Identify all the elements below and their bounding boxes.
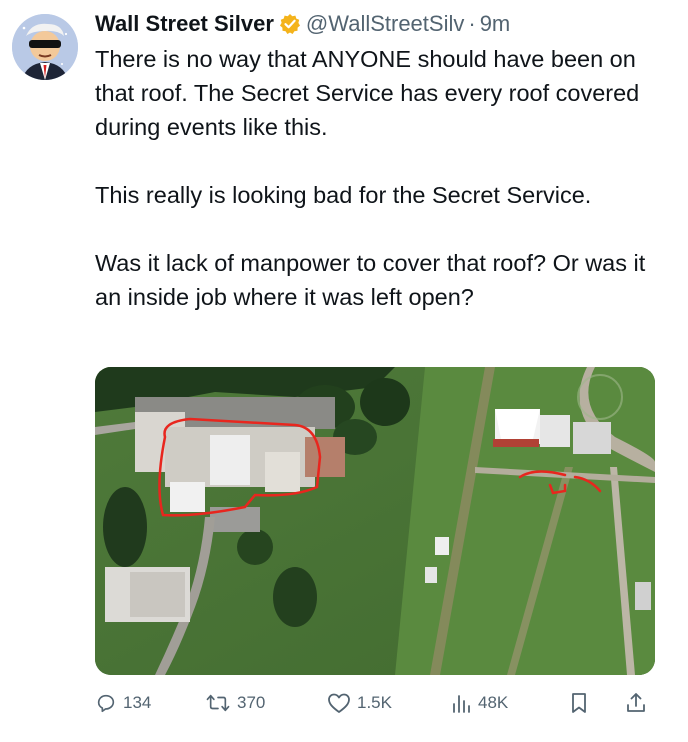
views-icon [453,695,470,713]
verified-badge-icon [279,13,301,35]
display-name[interactable]: Wall Street Silver [95,11,274,37]
retweet-icon [206,694,230,712]
aerial-photo-image[interactable] [95,367,655,675]
author-handle[interactable]: @WallStreetSilv [306,11,464,37]
retweet-button[interactable]: 370 [205,692,265,714]
retweet-count: 370 [237,693,266,712]
like-count: 1.5K [357,693,392,712]
views-count: 48K [478,693,509,712]
bookmark-button[interactable] [569,692,589,714]
reply-button[interactable]: 134 [95,692,151,714]
tweet: Wall Street Silver @WallStreetSilv · 9m … [0,0,688,742]
like-button[interactable]: 1.5K [327,692,392,714]
heart-icon [328,693,350,713]
action-bar: 134 370 1.5K 48K [95,688,655,720]
views-button[interactable]: 48K [450,692,508,714]
separator-dot: · [468,11,476,36]
bookmark-icon [572,693,586,713]
timestamp[interactable]: 9m [480,11,511,37]
tweet-text: There is no way that ANYONE should have … [95,42,675,314]
avatar[interactable] [12,14,78,80]
tweet-paragraph-1: There is no way that ANYONE should have … [95,46,640,140]
share-icon [627,693,645,712]
tweet-paragraph-2: This really is looking bad for the Secre… [95,182,592,208]
share-button[interactable] [625,692,647,714]
reply-icon [97,694,115,713]
tweet-header: Wall Street Silver @WallStreetSilv · 9m [95,10,510,38]
tweet-paragraph-3: Was it lack of manpower to cover that ro… [95,250,646,310]
reply-count: 134 [123,693,152,712]
